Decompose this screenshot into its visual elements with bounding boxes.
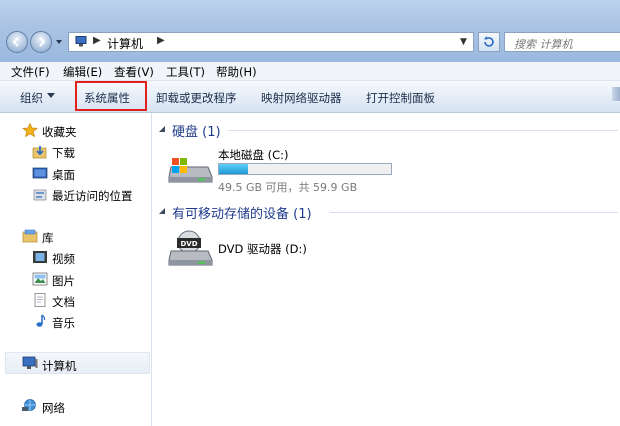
group-divider xyxy=(330,212,618,213)
refresh-button[interactable] xyxy=(478,32,500,52)
map-network-drive-button[interactable]: 映射网络驱动器 xyxy=(261,90,342,106)
search-input[interactable]: 搜索 计算机 xyxy=(504,32,620,52)
menu-file[interactable]: 文件(F) xyxy=(11,64,50,80)
computer-icon xyxy=(75,36,87,47)
pictures-library-icon xyxy=(32,272,48,286)
collapse-triangle-icon[interactable] xyxy=(158,207,166,215)
star-icon xyxy=(22,123,38,137)
navigation-pane xyxy=(0,113,152,426)
highlight-box xyxy=(75,81,147,111)
nav-music[interactable]: 音乐 xyxy=(52,315,75,331)
nav-documents[interactable]: 文档 xyxy=(52,294,75,310)
group-divider xyxy=(228,130,618,131)
refresh-icon xyxy=(483,36,494,47)
address-separator-icon[interactable]: ▶ xyxy=(93,35,101,46)
nav-computer[interactable]: 计算机 xyxy=(42,358,77,374)
computer-icon xyxy=(22,356,38,369)
drive-c-usage-bar xyxy=(218,163,392,175)
recent-places-icon xyxy=(33,189,47,201)
nav-network[interactable]: 网络 xyxy=(42,400,65,416)
nav-desktop[interactable]: 桌面 xyxy=(52,167,75,183)
address-dropdown-icon[interactable]: ▼ xyxy=(460,37,467,47)
dvd-label: DVD xyxy=(180,240,197,248)
music-note-icon xyxy=(36,314,46,327)
hard-drive-icon[interactable] xyxy=(168,155,213,185)
nav-pictures[interactable]: 图片 xyxy=(52,273,75,289)
library-icon xyxy=(22,229,38,243)
nav-favorites[interactable]: 收藏夹 xyxy=(42,124,77,140)
menu-bar: 文件(F) 编辑(E) 查看(V) 工具(T) 帮助(H) xyxy=(0,62,620,81)
drive-d-name[interactable]: DVD 驱动器 (D:) xyxy=(218,241,307,257)
group-header-hard-disks[interactable]: 硬盘 (1) xyxy=(172,121,221,140)
downloads-folder-icon xyxy=(32,146,47,159)
menu-tools[interactable]: 工具(T) xyxy=(166,64,205,80)
address-bar[interactable]: ▶ 计算机 ▶ ▼ xyxy=(68,32,474,52)
open-control-panel-button[interactable]: 打开控制面板 xyxy=(366,90,435,106)
menu-edit[interactable]: 编辑(E) xyxy=(63,64,102,80)
drive-c-name[interactable]: 本地磁盘 (C:) xyxy=(218,147,289,163)
video-library-icon xyxy=(33,251,47,263)
search-placeholder: 搜索 计算机 xyxy=(514,38,573,51)
arrow-left-icon xyxy=(12,37,19,47)
organize-button[interactable]: 组织 xyxy=(20,90,43,106)
documents-library-icon xyxy=(34,293,46,307)
forward-button[interactable] xyxy=(30,31,52,53)
network-icon xyxy=(22,399,36,411)
organize-dropdown-icon[interactable] xyxy=(47,93,55,98)
drive-c-usage-fill xyxy=(219,164,249,174)
desktop-icon xyxy=(32,167,48,179)
address-path[interactable]: 计算机 xyxy=(107,35,143,52)
title-bar xyxy=(0,0,620,62)
group-header-removable-storage[interactable]: 有可移动存储的设备 (1) xyxy=(172,203,312,222)
back-button[interactable] xyxy=(6,31,28,53)
collapse-triangle-icon[interactable] xyxy=(158,125,166,133)
recent-pages-dropdown-icon[interactable] xyxy=(55,38,63,46)
nav-libraries[interactable]: 库 xyxy=(42,230,54,246)
view-options-icon[interactable] xyxy=(612,87,620,101)
uninstall-program-button[interactable]: 卸载或更改程序 xyxy=(156,90,237,106)
nav-recent-places[interactable]: 最近访问的位置 xyxy=(52,188,133,204)
dvd-drive-icon[interactable]: DVD xyxy=(168,229,213,269)
menu-view[interactable]: 查看(V) xyxy=(114,64,154,80)
menu-help[interactable]: 帮助(H) xyxy=(216,64,257,80)
nav-downloads[interactable]: 下载 xyxy=(52,145,75,161)
nav-videos[interactable]: 视频 xyxy=(52,251,75,267)
address-chevron-icon[interactable]: ▶ xyxy=(157,35,165,46)
drive-c-space-info: 49.5 GB 可用，共 59.9 GB xyxy=(218,181,358,194)
arrow-right-icon xyxy=(39,37,46,47)
